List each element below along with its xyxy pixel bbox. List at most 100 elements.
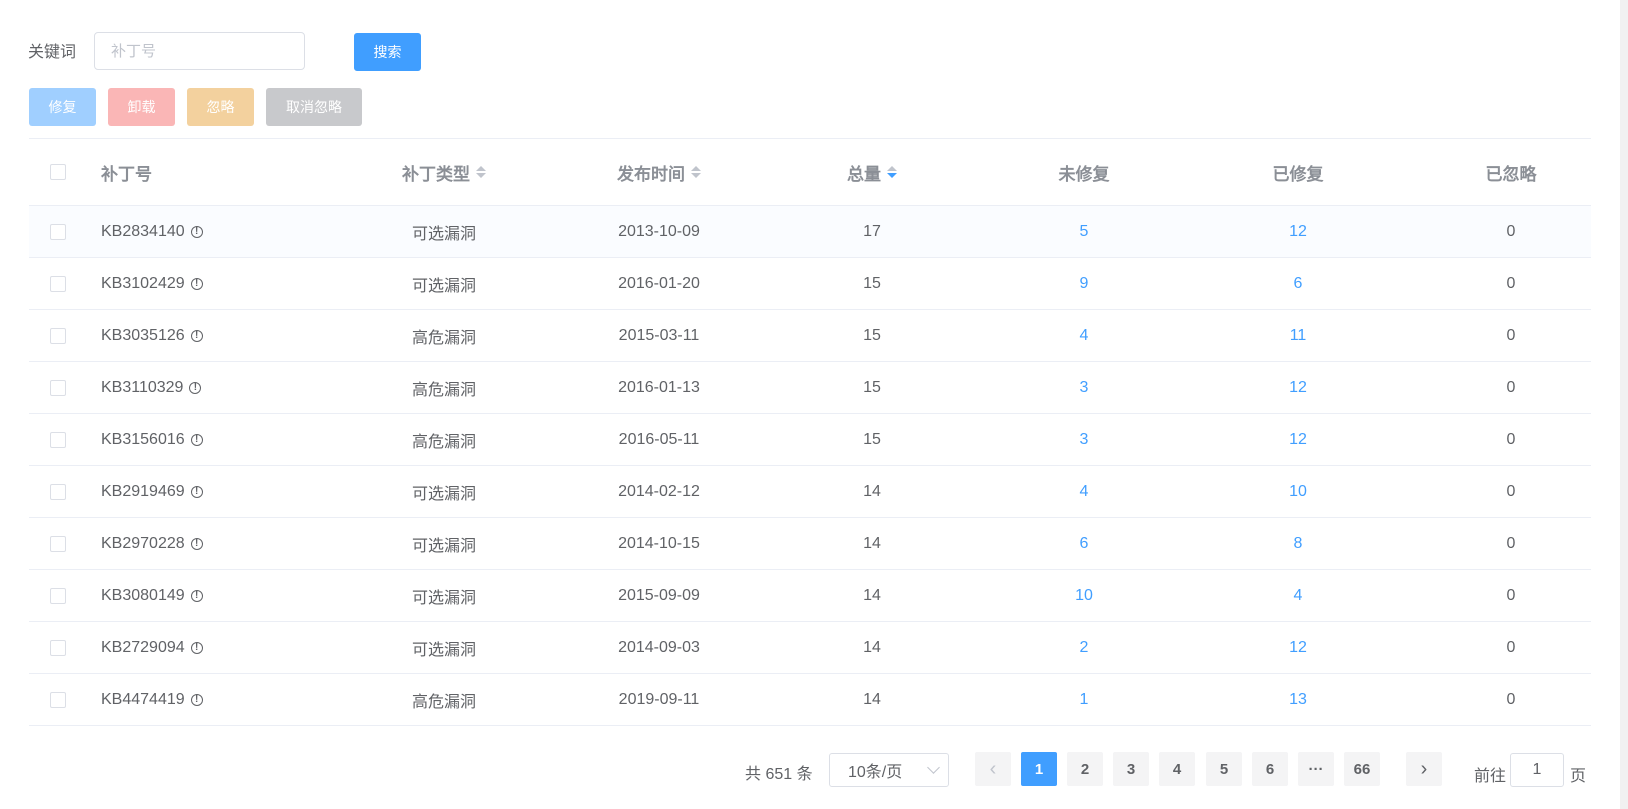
fixed-count-link[interactable]: 11 [1193,310,1403,361]
table-row[interactable]: KB2970228! 可选漏洞 2014-10-15 14 6 8 0 [29,518,1591,570]
unfixed-count-link[interactable]: 1 [979,674,1189,725]
page-button[interactable]: 6 [1252,752,1288,786]
goto-label: 前往 [1474,768,1507,785]
table-row[interactable]: KB2729094! 可选漏洞 2014-09-03 14 2 12 0 [29,622,1591,674]
info-icon[interactable]: ! [190,485,203,498]
header-unfixed: 未修复 [1058,164,1110,184]
unfixed-count-link[interactable]: 9 [979,258,1189,309]
total-count: 14 [863,690,881,708]
unfixed-count-link[interactable]: 4 [979,466,1189,517]
ignored-count: 0 [1506,274,1516,292]
table-row[interactable]: KB2834140! 可选漏洞 2013-10-09 17 5 12 0 [29,206,1591,258]
fixed-count-link[interactable]: 12 [1193,622,1403,673]
info-icon[interactable]: ! [189,381,202,394]
ignored-count: 0 [1506,222,1516,240]
unfixed-count-link[interactable]: 10 [979,570,1189,621]
unfixed-count-link[interactable]: 2 [979,622,1189,673]
unignore-button[interactable]: 取消忽略 [266,88,362,126]
goto-page-input[interactable] [1510,753,1564,787]
info-icon[interactable]: ! [190,641,203,654]
select-all-checkbox[interactable] [50,164,66,180]
keyword-search-input[interactable] [94,32,305,70]
fixed-count-link[interactable]: 10 [1193,466,1403,517]
release-date: 2014-10-15 [618,534,700,552]
header-kb: 补丁号 [101,164,152,184]
row-checkbox[interactable] [50,275,66,292]
sort-caret-icon[interactable] [476,166,486,178]
page-button[interactable]: 66 [1344,752,1380,786]
info-icon[interactable]: ! [190,693,203,706]
info-icon[interactable]: ! [190,433,203,446]
page-button[interactable]: 3 [1113,752,1149,786]
row-checkbox[interactable] [50,587,66,604]
info-icon[interactable]: ! [190,589,203,602]
row-checkbox[interactable] [50,379,66,396]
scrollbar[interactable] [1620,0,1628,809]
fixed-count-link[interactable]: 6 [1193,258,1403,309]
table-row[interactable]: KB3156016! 高危漏洞 2016-05-11 15 3 12 0 [29,414,1591,466]
table-row[interactable]: KB3080149! 可选漏洞 2015-09-09 14 10 4 0 [29,570,1591,622]
header-fixed: 已修复 [1272,164,1324,184]
patch-type: 高危漏洞 [411,693,476,711]
table-row[interactable]: KB3102429! 可选漏洞 2016-01-20 15 9 6 0 [29,258,1591,310]
ignore-button[interactable]: 忽略 [187,88,254,126]
patch-table: 补丁号 补丁类型 发布时间 总量 未修复 已修复 已忽略 KB2834140! … [29,138,1591,726]
unfixed-count-link[interactable]: 3 [979,414,1189,465]
release-date: 2015-03-11 [618,326,700,344]
fixed-count-link[interactable]: 13 [1193,674,1403,725]
page-size-select[interactable]: 10条/页 [829,753,949,787]
total-count: 14 [863,482,881,500]
page-button[interactable]: 1 [1021,752,1057,786]
unfixed-count-link[interactable]: 3 [979,362,1189,413]
sort-caret-icon[interactable] [691,166,701,178]
info-icon[interactable]: ! [190,537,203,550]
row-checkbox[interactable] [50,431,66,448]
row-checkbox[interactable] [50,691,66,708]
release-date: 2014-02-12 [618,482,700,500]
header-type[interactable]: 补丁类型 [339,139,549,205]
info-icon[interactable]: ! [190,277,203,290]
release-date: 2019-09-11 [618,690,700,708]
ignored-count: 0 [1506,586,1516,604]
fixed-count-link[interactable]: 12 [1193,362,1403,413]
fixed-count-link[interactable]: 8 [1193,518,1403,569]
table-row[interactable]: KB3035126! 高危漏洞 2015-03-11 15 4 11 0 [29,310,1591,362]
sort-caret-icon[interactable] [887,166,897,178]
unfixed-count-link[interactable]: 5 [979,206,1189,257]
search-button[interactable]: 搜索 [354,33,421,71]
info-icon[interactable]: ! [190,225,203,238]
row-checkbox[interactable] [50,535,66,552]
info-icon[interactable]: ! [190,329,203,342]
fixed-count-link[interactable]: 4 [1193,570,1403,621]
uninstall-button[interactable]: 卸载 [108,88,175,126]
total-count: 15 [863,274,881,292]
ignored-count: 0 [1506,482,1516,500]
unfixed-count-link[interactable]: 6 [979,518,1189,569]
row-checkbox[interactable] [50,223,66,240]
fix-button[interactable]: 修复 [29,88,96,126]
header-total[interactable]: 总量 [767,139,977,205]
release-date: 2013-10-09 [618,222,700,240]
pagination-total: 共 651 条 [745,766,813,783]
table-row[interactable]: KB2919469! 可选漏洞 2014-02-12 14 4 10 0 [29,466,1591,518]
more-pages-button[interactable]: ··· [1298,752,1334,786]
unfixed-count-link[interactable]: 4 [979,310,1189,361]
row-checkbox[interactable] [50,639,66,656]
fixed-count-link[interactable]: 12 [1193,206,1403,257]
fixed-count-link[interactable]: 12 [1193,414,1403,465]
row-checkbox[interactable] [50,483,66,500]
chevron-down-icon [927,761,940,774]
page-button[interactable]: 5 [1206,752,1242,786]
kb-number: KB3102429 [101,274,185,292]
header-date[interactable]: 发布时间 [554,139,764,205]
patch-type: 可选漏洞 [411,277,476,295]
row-checkbox[interactable] [50,327,66,344]
next-page-button[interactable]: › [1406,752,1442,786]
page-button[interactable]: 2 [1067,752,1103,786]
page-button[interactable]: 4 [1159,752,1195,786]
ignored-count: 0 [1506,638,1516,656]
table-row[interactable]: KB3110329! 高危漏洞 2016-01-13 15 3 12 0 [29,362,1591,414]
prev-page-button[interactable]: ‹ [975,752,1011,786]
kb-number: KB3035126 [101,326,185,344]
table-row[interactable]: KB4474419! 高危漏洞 2019-09-11 14 1 13 0 [29,674,1591,726]
